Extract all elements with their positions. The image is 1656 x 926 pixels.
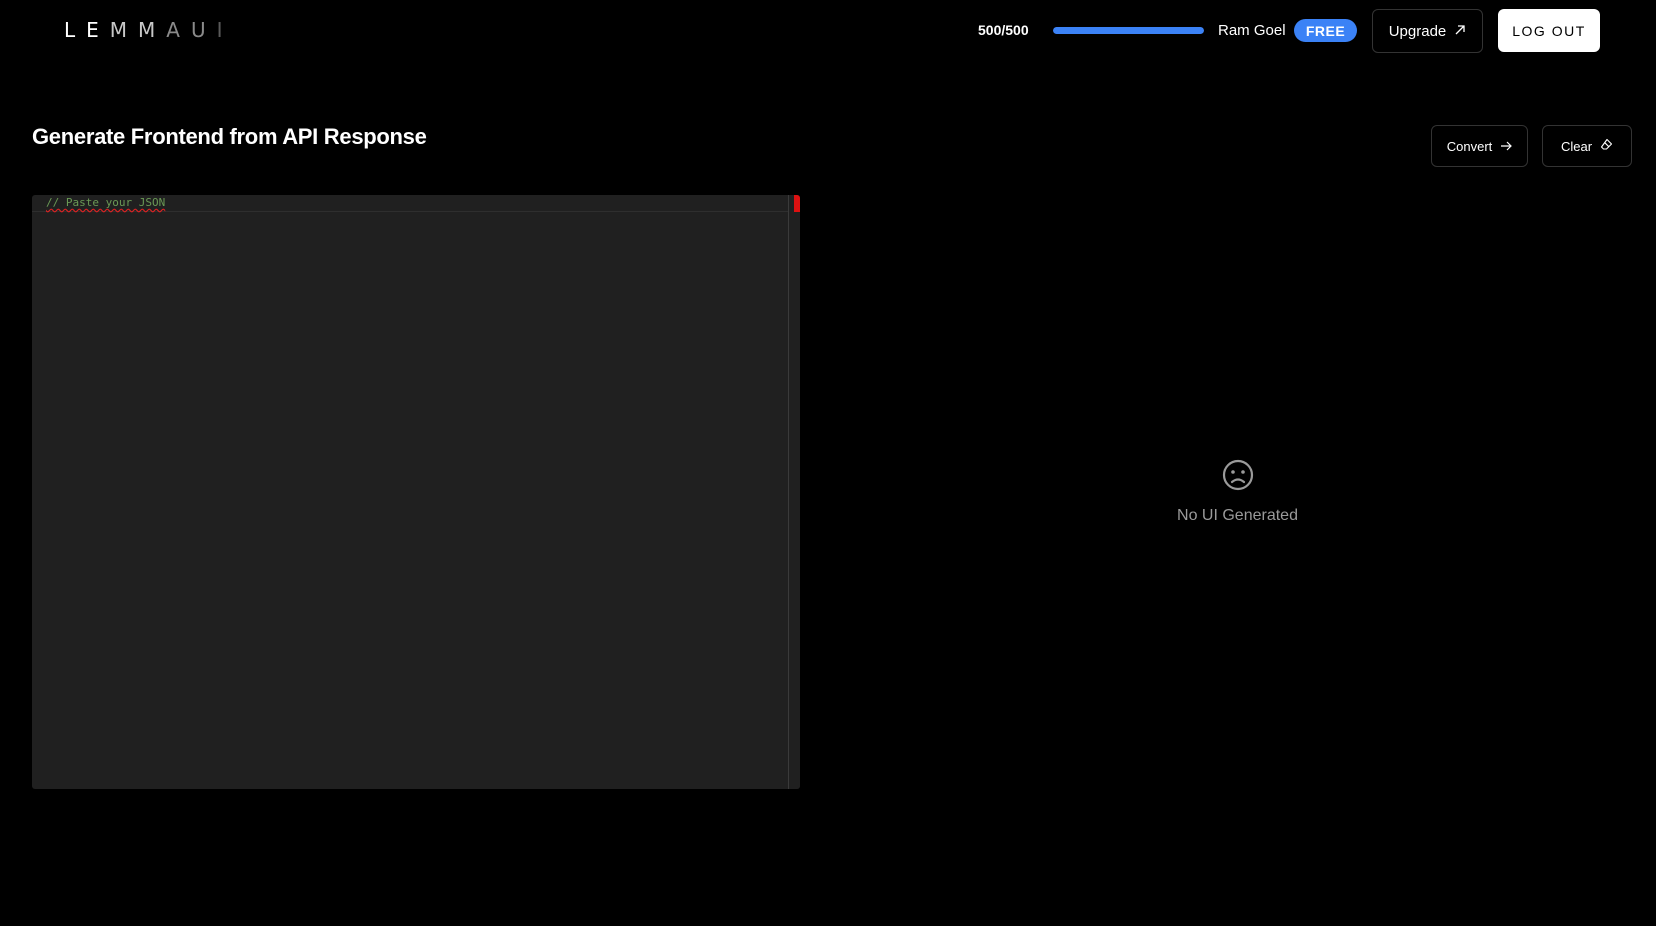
empty-state-message: No UI Generated (1177, 507, 1298, 524)
usage-counter: 500/500 (978, 22, 1029, 38)
logo-part-4: I (216, 18, 234, 42)
logout-button[interactable]: LOG OUT (1498, 9, 1600, 52)
output-empty-state: No UI Generated (1130, 458, 1345, 525)
json-editor[interactable]: // Paste your JSON (32, 195, 800, 789)
logout-button-label: LOG OUT (1512, 22, 1586, 39)
convert-button[interactable]: Convert (1431, 125, 1528, 167)
page-title: Generate Frontend from API Response (32, 124, 427, 149)
eraser-icon (1600, 138, 1613, 154)
usage-progress-bar (1053, 27, 1204, 34)
logo-part-2: MM (109, 18, 167, 42)
upgrade-button-label: Upgrade (1388, 22, 1447, 40)
clear-button[interactable]: Clear (1542, 125, 1632, 167)
arrow-right-icon (1500, 139, 1513, 154)
logo-part-3: AU (166, 18, 217, 42)
plan-badge: FREE (1294, 19, 1357, 42)
sad-face-icon (1221, 458, 1255, 497)
logo[interactable]: LEMMAUI (64, 18, 234, 42)
usage-progress-fill (1053, 27, 1204, 34)
logo-part-1: LE (64, 18, 110, 42)
upgrade-button[interactable]: Upgrade (1372, 9, 1483, 53)
editor-active-line[interactable]: // Paste your JSON (32, 195, 788, 212)
editor-scrollbar[interactable] (788, 195, 800, 789)
top-navigation: LEMMAUI 500/500 Ram Goel FREE Upgrade LO… (0, 0, 1656, 62)
clear-button-label: Clear (1560, 138, 1593, 154)
arrow-up-right-icon (1454, 23, 1466, 40)
editor-placeholder-comment: // Paste your JSON (46, 196, 166, 209)
error-marker (794, 195, 800, 212)
convert-button-label: Convert (1446, 138, 1493, 154)
user-name: Ram Goel (1218, 22, 1286, 39)
